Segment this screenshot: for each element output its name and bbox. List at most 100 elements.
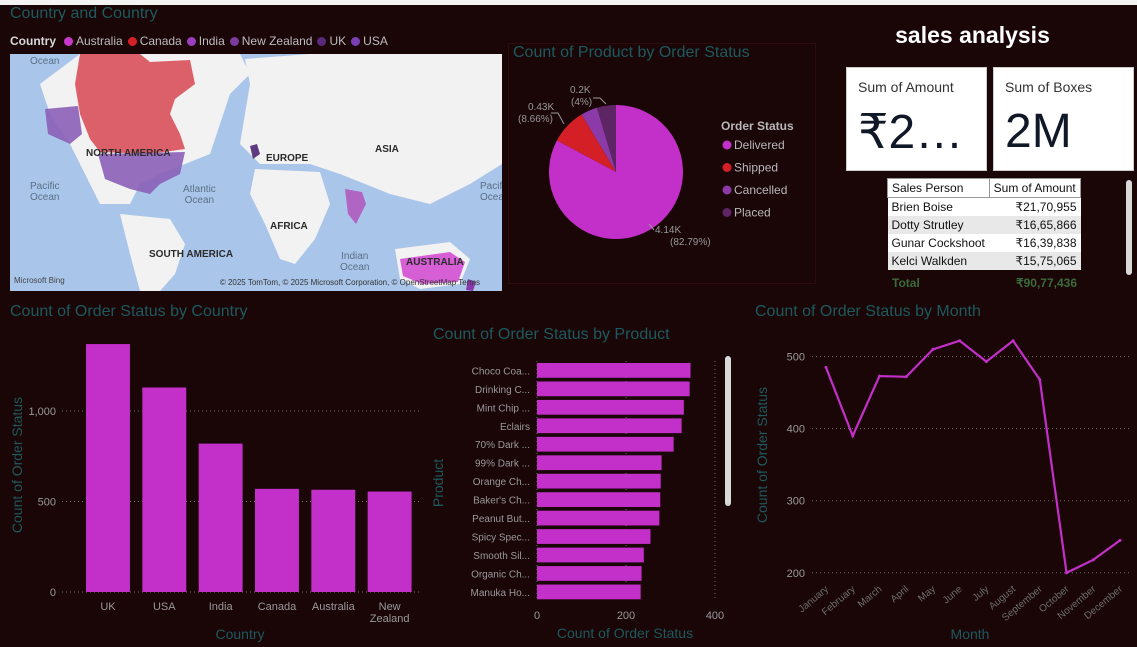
bar-australia[interactable]	[311, 489, 356, 592]
x-tick-label: 0	[534, 610, 540, 622]
pie-legend-label-placed: Placed	[734, 206, 771, 220]
y-tick-label: Choco Coa...	[472, 366, 530, 377]
pie-label-cancelled-value: 0.2K	[570, 85, 591, 96]
legend-item-new-zealand[interactable]: New Zealand	[229, 34, 313, 48]
legend-item-uk[interactable]: UK	[317, 34, 346, 48]
product-bar-chart[interactable]: 0 200 400 Choco Coa... Drinking C... Mint Chi…	[430, 348, 750, 645]
y-tick-label: 500	[787, 352, 805, 364]
table-row[interactable]: Kelci Walkden ₹15,75,065	[887, 252, 1081, 270]
x-tick-label: Australia	[312, 601, 356, 613]
x-tick-label: 400	[706, 610, 724, 622]
legend-item-india[interactable]: India	[186, 34, 225, 48]
bar-product[interactable]	[537, 418, 682, 434]
legend-label: Canada	[139, 34, 182, 48]
pie-legend-label-shipped: Shipped	[734, 161, 778, 175]
bar-india[interactable]	[198, 443, 243, 592]
bar-product[interactable]	[537, 399, 684, 415]
bar-product[interactable]	[537, 492, 661, 507]
y-tick-label: 500	[38, 497, 56, 509]
card-sum-boxes-label: Sum of Boxes	[1005, 79, 1093, 95]
data-point[interactable]	[931, 347, 935, 351]
bar-product[interactable]	[537, 436, 674, 452]
pie-chart[interactable]: 0.2K(4%) 0.43K(8.66%) 4.14K(82.79%) Order S…	[508, 60, 814, 282]
bar-product[interactable]	[537, 566, 642, 581]
card-sum-amount[interactable]: Sum of Amount ₹2…	[846, 67, 987, 171]
cell-amount: ₹16,65,866	[989, 216, 1081, 234]
y-tick-label: Manuka Ho...	[471, 588, 530, 599]
bing-logo: Microsoft Bing	[14, 276, 65, 285]
label-north-america: NORTH AMERICA	[86, 148, 171, 159]
x-axis-title: Month	[951, 626, 990, 642]
country-bar-chart[interactable]: 0 500 1,000 UK USA India Canada Australia NewZea…	[0, 325, 430, 645]
pie-legend-label-delivered: Delivered	[734, 138, 785, 152]
y-tick-label: 0	[50, 587, 56, 599]
bar-product[interactable]	[537, 473, 661, 489]
y-tick-label: 1,000	[28, 406, 56, 418]
bar-canada[interactable]	[255, 488, 299, 592]
country-india[interactable]	[345, 189, 366, 224]
x-axis-title: Count of Order Status	[557, 625, 693, 641]
map-attribution[interactable]: © 2025 TomTom, © 2025 Microsoft Corporat…	[220, 278, 480, 287]
legend-label: New Zealand	[241, 34, 313, 48]
table-row[interactable]: Dotty Strutley ₹16,65,866	[887, 216, 1081, 234]
data-point[interactable]	[958, 339, 962, 343]
x-tick-label: July	[971, 584, 992, 604]
y-tick-label: Drinking C...	[475, 385, 530, 396]
bar-product[interactable]	[537, 381, 690, 397]
bar-usa[interactable]	[142, 387, 187, 592]
salesperson-table[interactable]: Sales Person Sum of Amount Brien Boise ₹2…	[887, 178, 1082, 270]
x-tick-label: USA	[153, 601, 176, 613]
bar-uk[interactable]	[86, 344, 130, 592]
card-sum-boxes[interactable]: Sum of Boxes 2M	[993, 67, 1134, 171]
bar-product[interactable]	[537, 584, 641, 600]
data-point[interactable]	[851, 434, 855, 438]
table-scrollbar[interactable]	[1126, 180, 1132, 275]
pie-label-shipped-pct: (8.66%)	[518, 114, 553, 125]
data-point[interactable]	[1118, 538, 1122, 542]
series-line[interactable]	[824, 339, 1121, 575]
data-point[interactable]	[1011, 339, 1015, 343]
data-point[interactable]	[1065, 571, 1069, 575]
bar-product[interactable]	[537, 510, 660, 526]
cell-amount: ₹16,39,838	[989, 234, 1081, 252]
data-point[interactable]	[1091, 558, 1095, 562]
legend-dot	[317, 36, 327, 46]
legend-label: Australia	[76, 34, 123, 48]
bar-product[interactable]	[537, 547, 644, 563]
map-title: Country and Country	[10, 5, 158, 22]
data-point[interactable]	[877, 374, 881, 378]
country-usa-alaska[interactable]	[45, 106, 82, 144]
y-axis-title: Product	[430, 459, 446, 507]
column-header-sum-amount[interactable]: Sum of Amount	[988, 178, 1082, 198]
month-line-chart[interactable]: 200300400500JanuaryFebruaryMarch April May…	[750, 325, 1137, 645]
x-tick-label: India	[209, 601, 234, 613]
data-point[interactable]	[824, 365, 828, 369]
bar-product[interactable]	[537, 363, 691, 378]
world-map	[40, 54, 502, 291]
label-south-america: SOUTH AMERICA	[149, 249, 234, 260]
data-point[interactable]	[1038, 378, 1042, 382]
bar-product[interactable]	[537, 455, 662, 471]
bar-product[interactable]	[537, 529, 651, 544]
table-row[interactable]: Gunar Cockshoot ₹16,39,838	[887, 234, 1081, 252]
x-tick-label: New	[379, 601, 401, 613]
card-sum-amount-value: ₹2…	[858, 106, 964, 159]
map-canvas[interactable]: Ocean NORTH AMERICA EUROPE ASIA AFRICA S…	[10, 54, 502, 291]
product-scrollbar[interactable]	[725, 356, 731, 506]
legend-item-australia[interactable]: Australia	[64, 34, 123, 48]
legend-label: India	[198, 34, 225, 48]
ocean-label-top: Ocean	[30, 56, 60, 67]
y-tick-label: Baker's Ch...	[473, 496, 530, 507]
pie-legend-title: Order Status	[721, 119, 794, 133]
legend-item-usa[interactable]: USA	[351, 34, 388, 48]
data-point[interactable]	[904, 375, 908, 379]
y-tick-label: Spicy Spec...	[472, 533, 530, 544]
data-point[interactable]	[984, 360, 988, 364]
x-tick-label: March	[856, 584, 884, 610]
column-header-sales-person[interactable]: Sales Person	[887, 178, 990, 198]
bar-new-zealand[interactable]	[367, 491, 412, 592]
table-row[interactable]: Brien Boise ₹21,70,955	[887, 197, 1081, 216]
legend-item-canada[interactable]: Canada	[127, 34, 182, 48]
legend-label: USA	[363, 34, 388, 48]
y-tick-label: Organic Ch...	[471, 569, 530, 580]
